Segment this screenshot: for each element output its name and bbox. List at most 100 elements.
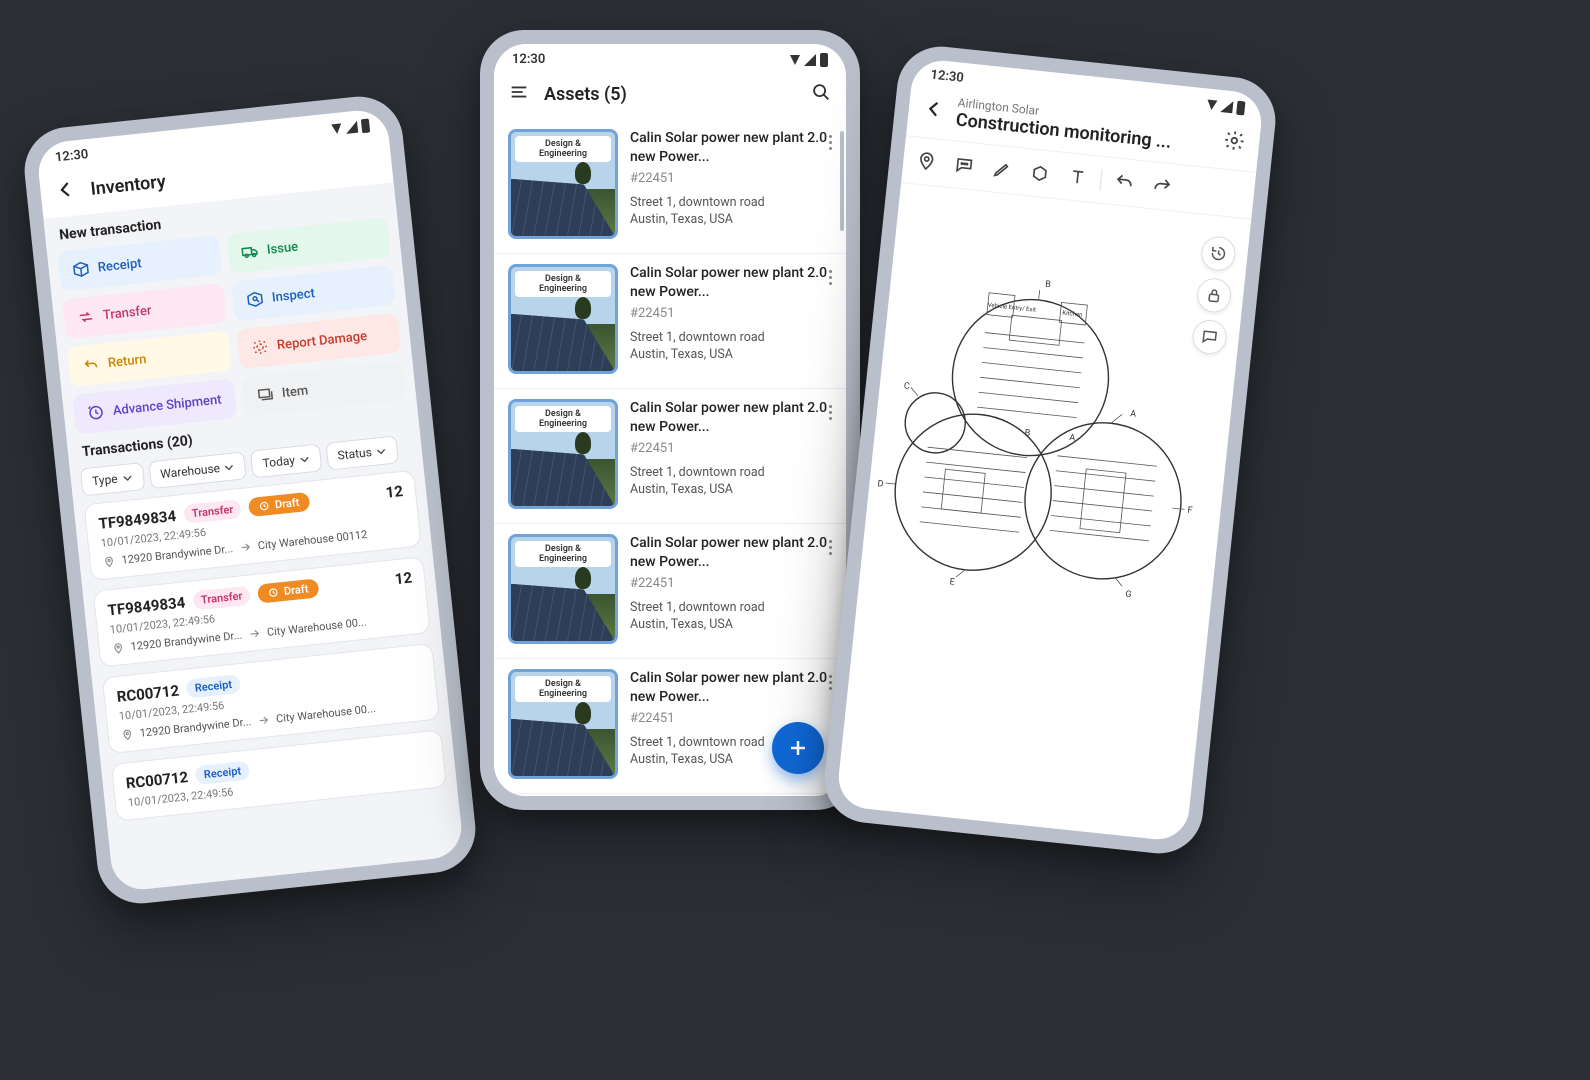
asset-title: Calin Solar power new plant 2.0 new Powe… [630, 264, 832, 302]
return-label: Return [107, 352, 147, 371]
receipt-label: Receipt [97, 256, 142, 276]
redo-button[interactable] [1143, 168, 1180, 205]
text-tool[interactable] [1059, 159, 1096, 196]
asset-title: Calin Solar power new plant 2.0 new Powe… [630, 534, 832, 572]
location-icon [120, 727, 134, 741]
status-time: 12:30 [930, 68, 965, 86]
report-damage-button[interactable]: Report Damage [236, 313, 401, 370]
wifi-icon [331, 123, 342, 134]
asset-row[interactable]: Design & Engineering Calin Solar power n… [494, 794, 846, 796]
search-icon[interactable] [810, 81, 832, 107]
pencil-tool[interactable] [983, 151, 1020, 188]
thumb-category-label: Design & Engineering [515, 271, 611, 297]
svg-text:C: C [903, 381, 910, 392]
draft-badge: Draft [257, 578, 319, 603]
asset-row[interactable]: Design & Engineering Calin Solar power n… [494, 254, 846, 389]
asset-id: #22451 [630, 576, 832, 591]
txn-id: TF9849834 [107, 593, 186, 619]
transaction-type-grid: Receipt Issue Transfer Inspect [57, 217, 406, 435]
asset-info: Calin Solar power new plant 2.0 new Powe… [630, 534, 832, 644]
svg-text:A: A [1069, 433, 1076, 444]
broken-icon [250, 337, 270, 357]
more-options-icon[interactable] [825, 131, 836, 154]
status-icons [331, 118, 370, 136]
inspect-button[interactable]: Inspect [231, 265, 396, 322]
back-icon[interactable] [922, 96, 947, 124]
more-options-icon[interactable] [825, 266, 836, 289]
txn-type-badge: Transfer [192, 586, 251, 611]
more-options-icon[interactable] [825, 536, 836, 559]
shape-tool[interactable] [1021, 155, 1058, 192]
draft-badge: Draft [248, 492, 310, 517]
header: Assets (5) [494, 71, 846, 119]
asset-id: #22451 [630, 171, 832, 186]
asset-row[interactable]: Design & Engineering Calin Solar power n… [494, 524, 846, 659]
back-icon[interactable] [53, 177, 78, 205]
asset-thumbnail: Design & Engineering [508, 534, 618, 644]
filter-warehouse[interactable]: Warehouse [148, 451, 247, 489]
thumb-category-label: Design & Engineering [515, 136, 611, 162]
return-arrow-icon [81, 355, 101, 375]
txn-type-badge: Receipt [195, 761, 250, 785]
history-button[interactable] [1200, 235, 1237, 272]
asset-address: Street 1, downtown roadAustin, Texas, US… [630, 599, 832, 634]
asset-title: Calin Solar power new plant 2.0 new Powe… [630, 399, 832, 437]
asset-thumbnail: Design & Engineering [508, 669, 618, 779]
txn-type-badge: Transfer [183, 499, 242, 524]
magnifier-box-icon [245, 289, 265, 309]
chevron-down-icon [121, 472, 133, 484]
issue-button[interactable]: Issue [226, 217, 391, 274]
settings-icon[interactable] [1222, 128, 1247, 156]
filter-type[interactable]: Type [80, 462, 145, 496]
arrow-right-icon [257, 713, 271, 727]
receipt-button[interactable]: Receipt [57, 235, 222, 292]
thumb-category-label: Design & Engineering [515, 541, 611, 567]
location-icon [102, 554, 116, 568]
asset-row[interactable]: Design & Engineering Calin Solar power n… [494, 119, 846, 254]
more-options-icon[interactable] [825, 401, 836, 424]
signal-icon [1220, 100, 1233, 113]
phone-inventory: 12:30 Inventory New transaction [20, 92, 479, 907]
asset-list: Design & Engineering Calin Solar power n… [494, 119, 846, 796]
menu-icon[interactable] [508, 81, 530, 107]
asset-thumbnail: Design & Engineering [508, 129, 618, 239]
battery-icon [1236, 100, 1245, 115]
signal-icon [345, 120, 358, 133]
pin-tool[interactable] [908, 143, 945, 180]
txn-id: RC00712 [116, 681, 180, 705]
inventory-body: New transaction Receipt Issue Transfer [44, 182, 465, 892]
asset-info: Calin Solar power new plant 2.0 new Powe… [630, 399, 832, 509]
item-label: Item [281, 383, 309, 401]
chevron-down-icon [223, 461, 235, 473]
return-button[interactable]: Return [67, 330, 232, 387]
drawing-canvas[interactable]: BA FG ED C BA Vehicle Entry/ Exit Kitche… [836, 183, 1252, 842]
svg-text:Vehicle Entry/ Exit: Vehicle Entry/ Exit [987, 302, 1036, 314]
undo-button[interactable] [1106, 164, 1143, 201]
add-asset-fab[interactable] [772, 722, 824, 774]
status-time: 12:30 [54, 147, 89, 165]
status-icons [1206, 97, 1245, 115]
asset-title: Calin Solar power new plant 2.0 new Powe… [630, 129, 832, 167]
transfer-button[interactable]: Transfer [62, 283, 227, 340]
page-title: Assets (5) [544, 84, 627, 105]
transaction-list: 12 TF9849834 Transfer Draft 10/01/2023, … [84, 470, 448, 822]
filter-status[interactable]: Status [325, 435, 399, 470]
comment-tool[interactable] [946, 147, 983, 184]
chevron-down-icon [298, 453, 310, 465]
transfer-label: Transfer [102, 303, 152, 323]
status-time: 12:30 [512, 52, 545, 67]
signal-icon [804, 54, 816, 66]
item-button[interactable]: Item [241, 360, 406, 417]
page-title: Inventory [90, 171, 167, 200]
filter-today[interactable]: Today [250, 443, 322, 478]
truck-icon [240, 242, 260, 262]
arrow-right-icon [238, 540, 252, 554]
asset-row[interactable]: Design & Engineering Calin Solar power n… [494, 389, 846, 524]
advance-shipment-button[interactable]: Advance Shipment [72, 378, 237, 435]
status-bar: 12:30 [494, 44, 846, 71]
damage-label: Report Damage [276, 328, 368, 352]
shipment-label: Advance Shipment [112, 392, 222, 418]
asset-address: Street 1, downtown roadAustin, Texas, US… [630, 464, 832, 499]
battery-icon [361, 118, 370, 133]
swap-icon [76, 307, 96, 327]
